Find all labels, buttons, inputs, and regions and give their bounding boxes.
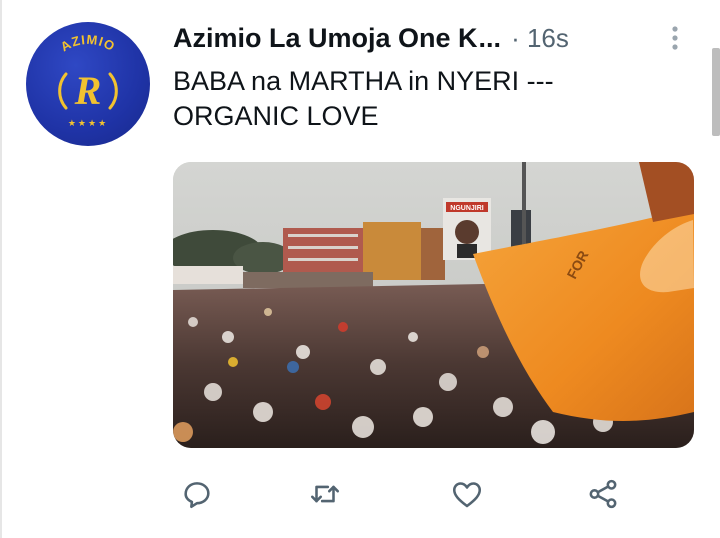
tweet-actions bbox=[173, 474, 633, 514]
billboard-text: NGUNJIRI bbox=[450, 205, 484, 212]
avatar[interactable]: AZIMIO R ★★★★ bbox=[26, 22, 150, 146]
left-divider bbox=[0, 0, 2, 538]
scrollbar-thumb[interactable] bbox=[712, 48, 720, 136]
like-icon bbox=[452, 482, 482, 508]
timestamp[interactable]: · 16s bbox=[511, 23, 569, 54]
tweet-text: BABA na MARTHA in NYERI --- ORGANIC LOVE bbox=[173, 64, 673, 134]
tweet-text-line: BABA na MARTHA in NYERI --- bbox=[173, 66, 554, 96]
more-options-icon[interactable] bbox=[668, 24, 682, 52]
share-icon bbox=[589, 479, 617, 509]
reply-button[interactable] bbox=[177, 474, 217, 514]
display-name[interactable]: Azimio La Umoja One K bbox=[173, 23, 478, 54]
avatar-stars: ★★★★ bbox=[68, 119, 108, 129]
like-button[interactable] bbox=[447, 474, 487, 514]
name-truncation: ... bbox=[478, 22, 502, 53]
tweet-media-video[interactable]: NGUNJIRI FOR bbox=[173, 162, 694, 448]
avatar-logo-text: AZIMIO bbox=[58, 32, 118, 55]
tweet-header: Azimio La Umoja One K ... · 16s bbox=[173, 20, 693, 56]
tweet-text-line: ORGANIC LOVE bbox=[173, 101, 379, 131]
retweet-button[interactable] bbox=[305, 474, 345, 514]
reply-icon bbox=[184, 482, 210, 509]
retweet-icon bbox=[310, 485, 340, 503]
share-button[interactable] bbox=[583, 474, 623, 514]
avatar-monogram: R bbox=[74, 68, 102, 113]
